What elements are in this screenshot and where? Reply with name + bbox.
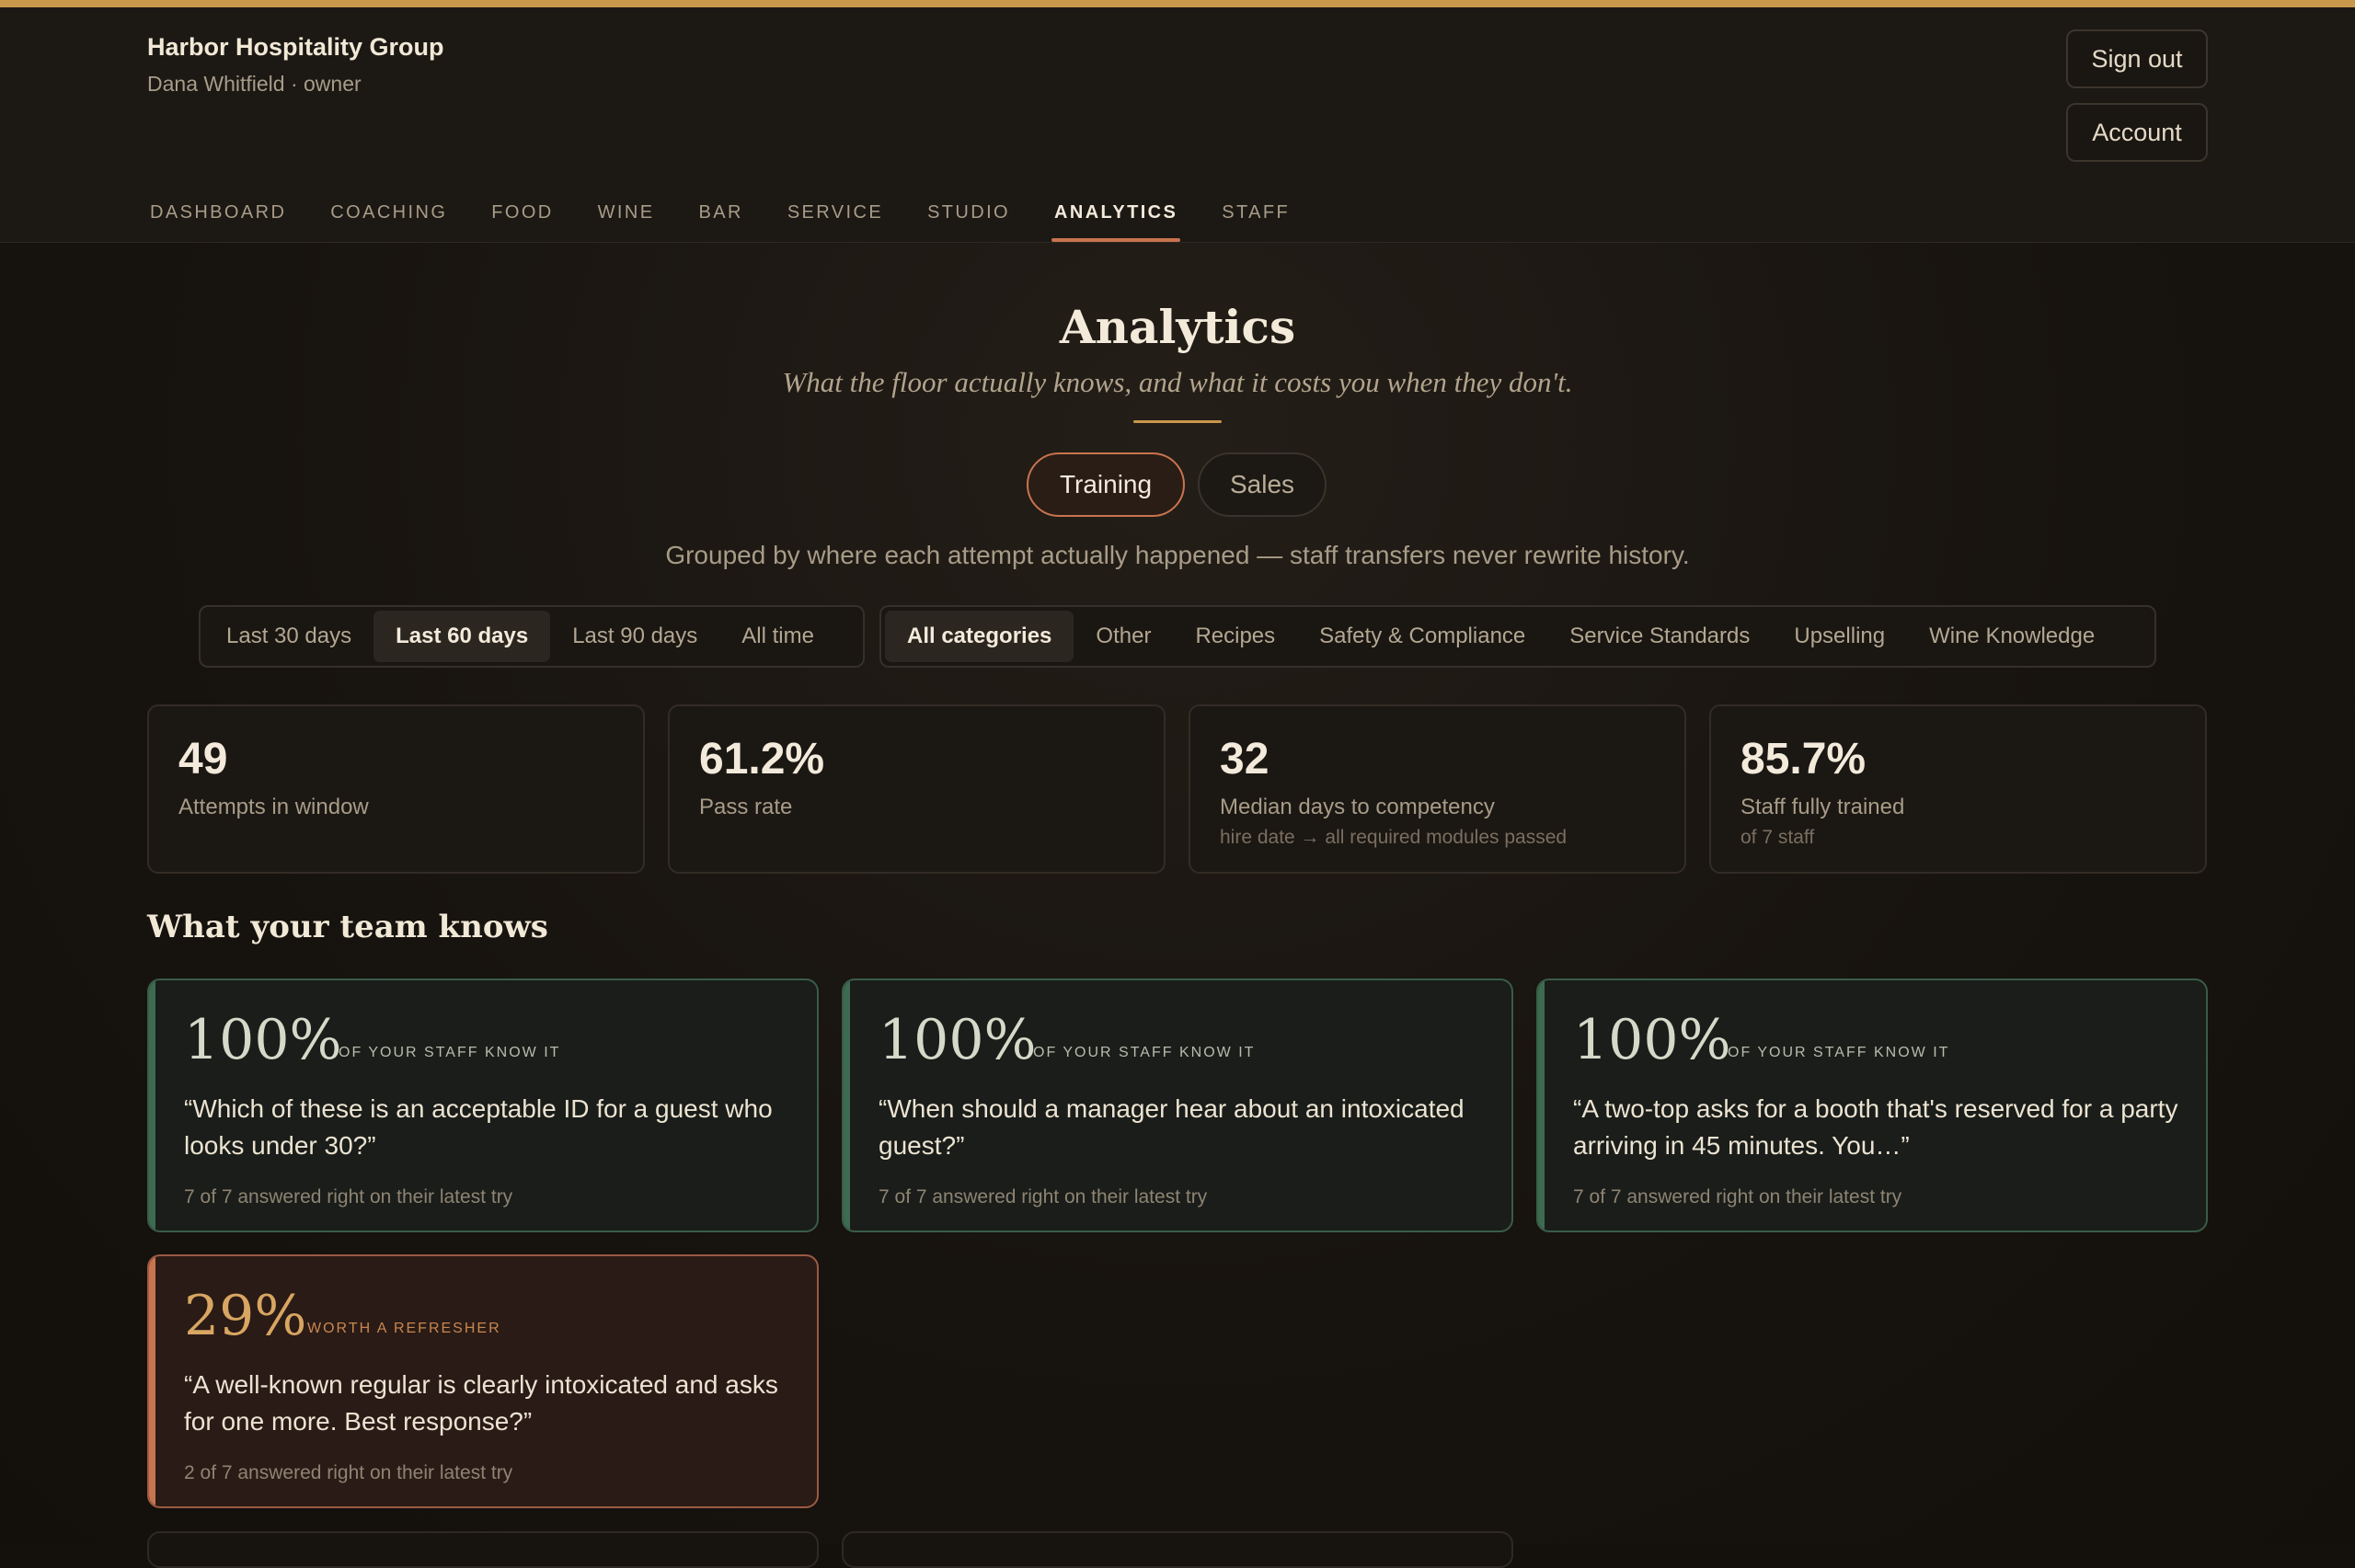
knowledge-tag: OF YOUR STAFF KNOW IT xyxy=(1728,1045,1950,1060)
knowledge-meta: 7 of 7 answered right on their latest tr… xyxy=(879,1186,1208,1207)
category-filter: All categories Other Recipes Safety & Co… xyxy=(879,605,2156,668)
card-accent-edge xyxy=(1538,980,1545,1230)
grouping-note: Grouped by where each attempt actually h… xyxy=(665,541,1690,569)
analytics-main: Analytics What the floor actually knows,… xyxy=(0,243,2355,1545)
knowledge-card-refresher[interactable]: 29% WORTH A REFRESHER “A well-known regu… xyxy=(147,1254,819,1508)
knowledge-tag: OF YOUR STAFF KNOW IT xyxy=(339,1045,561,1060)
app-header: Harbor Hospitality Group Dana Whitfield … xyxy=(0,7,2355,243)
stat-value: 85.7% xyxy=(1740,735,1867,784)
nav-item-studio[interactable]: STUDIO xyxy=(925,182,1013,242)
range-last-30-days[interactable]: Last 30 days xyxy=(204,611,373,662)
category-wine-knowledge[interactable]: Wine Knowledge xyxy=(1907,611,2117,662)
knowledge-tag: OF YOUR STAFF KNOW IT xyxy=(1033,1045,1256,1060)
nav-item-bar[interactable]: BAR xyxy=(695,182,745,242)
knowledge-percent: 29% xyxy=(184,1284,307,1348)
knowledge-question: “A well-known regular is clearly intoxic… xyxy=(184,1370,778,1436)
range-all-time[interactable]: All time xyxy=(719,611,836,662)
knowledge-meta: 2 of 7 answered right on their latest tr… xyxy=(184,1462,513,1483)
nav-item-wine[interactable]: WINE xyxy=(595,182,658,242)
page-subtitle: What the floor actually knows, and what … xyxy=(782,366,1573,398)
stat-value: 61.2% xyxy=(699,735,825,784)
account-button[interactable]: Account xyxy=(2066,103,2208,162)
knowledge-meta: 7 of 7 answered right on their latest tr… xyxy=(1573,1186,1902,1207)
stat-card-median-days: 32 Median days to competency hire date →… xyxy=(1189,704,1686,874)
card-accent-edge xyxy=(844,980,850,1230)
knowledge-question: “A two-top asks for a booth that's reser… xyxy=(1573,1094,2178,1160)
stat-value: 49 xyxy=(178,735,228,784)
knowledge-tag: WORTH A REFRESHER xyxy=(307,1321,501,1336)
category-all[interactable]: All categories xyxy=(885,611,1074,662)
card-accent-edge xyxy=(149,1256,155,1506)
stat-sublabel: hire date → all required modules passed xyxy=(1220,827,1568,848)
knowledge-card[interactable]: 100% OF YOUR STAFF KNOW IT “A two-top as… xyxy=(1536,979,2208,1232)
knowledge-percent: 100% xyxy=(879,1008,1037,1072)
knowledge-question: “When should a manager hear about an int… xyxy=(879,1094,1465,1160)
category-service-standards[interactable]: Service Standards xyxy=(1547,611,1772,662)
nav-item-dashboard[interactable]: DASHBOARD xyxy=(147,182,289,242)
stat-label: Pass rate xyxy=(699,795,793,819)
sign-out-button[interactable]: Sign out xyxy=(2066,29,2208,88)
stat-label: Attempts in window xyxy=(178,795,369,819)
card-accent-edge xyxy=(149,980,155,1230)
date-range-filter: Last 30 days Last 60 days Last 90 days A… xyxy=(199,605,865,668)
stat-card-pass-rate: 61.2% Pass rate xyxy=(668,704,1166,874)
stat-value: 32 xyxy=(1220,735,1269,784)
knowledge-question: “Which of these is an acceptable ID for … xyxy=(184,1094,773,1160)
stat-sublabel: of 7 staff xyxy=(1740,827,1815,848)
user-identity: Dana Whitfield · owner xyxy=(147,72,362,96)
next-card-partial[interactable] xyxy=(147,1531,819,1568)
main-nav: DASHBOARD COACHING FOOD WINE BAR SERVICE… xyxy=(147,182,1331,242)
top-accent-bar xyxy=(0,0,2355,7)
stat-label: Median days to competency xyxy=(1220,795,1495,819)
nav-item-staff[interactable]: STAFF xyxy=(1219,182,1292,242)
org-name: Harbor Hospitality Group xyxy=(147,33,444,61)
stat-label: Staff fully trained xyxy=(1740,795,1905,819)
nav-item-service[interactable]: SERVICE xyxy=(785,182,886,242)
category-recipes[interactable]: Recipes xyxy=(1173,611,1297,662)
next-card-partial[interactable] xyxy=(842,1531,1513,1568)
category-other[interactable]: Other xyxy=(1074,611,1173,662)
training-toggle[interactable]: Training xyxy=(1027,452,1185,517)
nav-item-food[interactable]: FOOD xyxy=(488,182,556,242)
sales-toggle[interactable]: Sales xyxy=(1198,452,1327,517)
page-title: Analytics xyxy=(1059,300,1296,354)
stat-card-attempts: 49 Attempts in window xyxy=(147,704,645,874)
section-title: What your team knows xyxy=(147,909,548,945)
nav-item-analytics[interactable]: ANALYTICS xyxy=(1051,182,1181,242)
range-last-90-days[interactable]: Last 90 days xyxy=(550,611,719,662)
category-safety-compliance[interactable]: Safety & Compliance xyxy=(1297,611,1547,662)
knowledge-percent: 100% xyxy=(1573,1008,1731,1072)
knowledge-meta: 7 of 7 answered right on their latest tr… xyxy=(184,1186,513,1207)
knowledge-percent: 100% xyxy=(184,1008,342,1072)
knowledge-card[interactable]: 100% OF YOUR STAFF KNOW IT “Which of the… xyxy=(147,979,819,1232)
title-divider xyxy=(1133,420,1222,423)
stat-card-staff-trained: 85.7% Staff fully trained of 7 staff xyxy=(1709,704,2207,874)
range-last-60-days[interactable]: Last 60 days xyxy=(373,611,551,662)
nav-item-coaching[interactable]: COACHING xyxy=(327,182,450,242)
category-upselling[interactable]: Upselling xyxy=(1772,611,1907,662)
knowledge-card[interactable]: 100% OF YOUR STAFF KNOW IT “When should … xyxy=(842,979,1513,1232)
